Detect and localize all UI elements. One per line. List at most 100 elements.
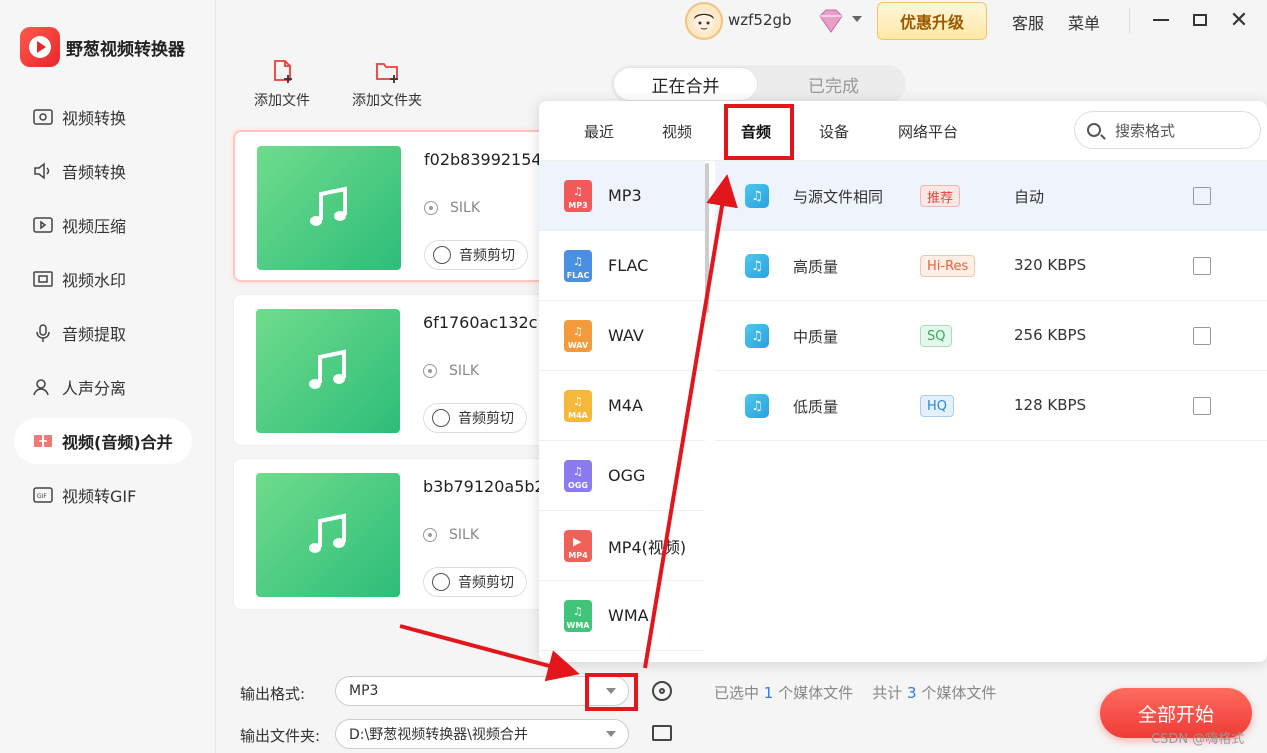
stats-total-count: 3 [907,684,917,702]
file-format-label: SILK [449,363,479,379]
maximize-button[interactable] [1188,8,1212,32]
sidebar-item-gif[interactable]: GIF 视频转GIF [14,472,192,518]
quality-badge: HQ [920,395,955,417]
tab-device[interactable]: 设备 [819,121,849,142]
edit-icon[interactable] [1193,187,1211,205]
format-category-tabs: 最近 视频 音频 设备 网络平台 搜索格式 [539,101,1267,161]
audio-clip-label: 音频剪切 [458,411,514,427]
file-card[interactable]: 6f1760ac132c SILK 音频剪切 [233,294,563,446]
sidebar-item-video-convert[interactable]: 视频转换 [14,94,192,140]
folder-icon[interactable] [652,725,672,741]
format-item-mp4[interactable]: ▶ MP4 MP4(视频) [539,511,705,581]
format-item-wma[interactable]: ♫ WMA WMA [539,581,705,651]
scissors-icon [432,573,450,591]
quality-bitrate: 256 KBPS [1014,326,1087,344]
output-folder-select[interactable]: D:\野葱视频转换器\视频合并 [335,719,629,749]
stats-selected-prefix: 已选中 [714,684,760,702]
add-file-label: 添加文件 [254,93,310,109]
file-card[interactable]: f02b83992154 SILK 音频剪切 [233,130,563,282]
audio-clip-label: 音频剪切 [458,575,514,591]
svg-text:GIF: GIF [37,493,47,500]
tab-merging[interactable]: 正在合并 [613,67,758,101]
sidebar-item-voice-separate[interactable]: 人声分离 [14,364,192,410]
sidebar-item-merge[interactable]: 视频(音频)合并 [14,418,192,464]
file-format-label: SILK [449,527,479,543]
add-file-button[interactable]: 添加文件 [254,58,310,110]
music-note-icon [310,186,347,226]
tab-web-platform[interactable]: 网络平台 [898,121,958,142]
username[interactable]: wzf52gb [728,11,792,29]
music-note-icon: ♫ [745,394,769,418]
edit-icon[interactable] [1193,327,1211,345]
output-folder-value: D:\野葱视频转换器\视频合并 [349,727,528,743]
sidebar-item-audio-convert[interactable]: 音频转换 [14,148,192,194]
format-item-flac[interactable]: ♫ FLAC FLAC [539,231,705,301]
add-folder-button[interactable]: 添加文件夹 [352,58,422,110]
sidebar-item-label: 视频转GIF [62,487,137,506]
format-list-scrollbar[interactable] [705,163,709,313]
app-title: 野葱视频转换器 [66,39,185,60]
upgrade-button[interactable]: 优惠升级 [877,2,987,40]
minimize-button[interactable] [1149,8,1173,32]
video-convert-icon [32,107,54,127]
add-folder-icon [376,63,398,83]
output-format-label: 输出格式: [240,685,306,703]
sidebar-item-watermark[interactable]: 视频水印 [14,256,192,302]
quality-row-high[interactable]: ♫ 高质量 Hi-Res 320 KBPS [715,231,1267,301]
format-label: M4A [608,396,643,415]
edit-icon[interactable] [1193,257,1211,275]
audio-clip-button[interactable]: 音频剪切 [423,403,527,433]
wav-file-icon: ♫ WAV [564,319,592,352]
sidebar: 野葱视频转换器 视频转换 音频转换 视频压缩 视频水印 音频提取 人声分离 视频… [0,0,216,753]
format-label: MP3 [608,186,642,205]
selection-stats: 已选中 1 个媒体文件 共计 3 个媒体文件 [714,682,996,703]
chevron-down-icon[interactable] [852,16,862,22]
vip-diamond-icon[interactable] [814,6,848,36]
format-item-m4a[interactable]: ♫ M4A M4A [539,371,705,441]
format-search-input[interactable]: 搜索格式 [1074,111,1261,149]
audio-clip-label: 音频剪切 [459,248,515,264]
audio-clip-button[interactable]: 音频剪切 [423,567,527,597]
tab-recent[interactable]: 最近 [584,121,614,142]
music-note-icon: ♫ [745,324,769,348]
divider [1129,8,1130,34]
stats-selected-count: 1 [763,684,774,702]
sidebar-item-video-compress[interactable]: 视频压缩 [14,202,192,248]
video-compress-icon [32,215,54,235]
maximize-icon [1193,14,1207,26]
microphone-icon [32,323,54,343]
quality-name: 与源文件相同 [793,188,884,206]
tab-video[interactable]: 视频 [662,121,692,142]
voice-separate-icon [32,377,54,397]
sidebar-item-audio-extract[interactable]: 音频提取 [14,310,192,356]
support-button[interactable]: 客服 [1012,10,1044,34]
quality-row-source[interactable]: ♫ 与源文件相同 推荐 自动 [715,161,1267,231]
format-item-wav[interactable]: ♫ WAV WAV [539,301,705,371]
file-card[interactable]: b3b79120a5b2 SILK 音频剪切 [233,458,563,610]
format-item-ogg[interactable]: ♫ OGG OGG [539,441,705,511]
chevron-down-icon[interactable] [606,731,616,737]
format-list: ♫ MP3 MP3 ♫ FLAC FLAC ♫ WAV WAV ♫ M4A M4A ♫ O… [539,161,705,662]
format-item-mp3[interactable]: ♫ MP3 MP3 [539,161,705,231]
watermark-icon [32,269,54,289]
stats-total-prefix: 共计 [872,684,903,702]
avatar[interactable] [685,2,723,40]
sidebar-item-label: 人声分离 [62,379,127,398]
mp3-file-icon: ♫ MP3 [564,179,592,212]
disc-icon [423,528,437,542]
format-label: WMA [608,606,649,625]
quality-bitrate: 320 KBPS [1014,256,1087,274]
audio-clip-button[interactable]: 音频剪切 [424,240,528,270]
minimize-icon [1153,19,1169,21]
format-label: FLAC [608,256,649,275]
menu-button[interactable]: 菜单 [1068,10,1100,34]
quality-row-medium[interactable]: ♫ 中质量 SQ 256 KBPS [715,301,1267,371]
merge-icon [32,431,54,451]
quality-row-low[interactable]: ♫ 低质量 HQ 128 KBPS [715,371,1267,441]
edit-icon[interactable] [1193,397,1211,415]
annotation-box-audio-tab [724,104,794,160]
tab-completed[interactable]: 已完成 [761,65,906,103]
scissors-icon [433,246,451,264]
settings-gear-icon[interactable] [652,681,672,701]
close-button[interactable]: ✕ [1227,8,1251,33]
